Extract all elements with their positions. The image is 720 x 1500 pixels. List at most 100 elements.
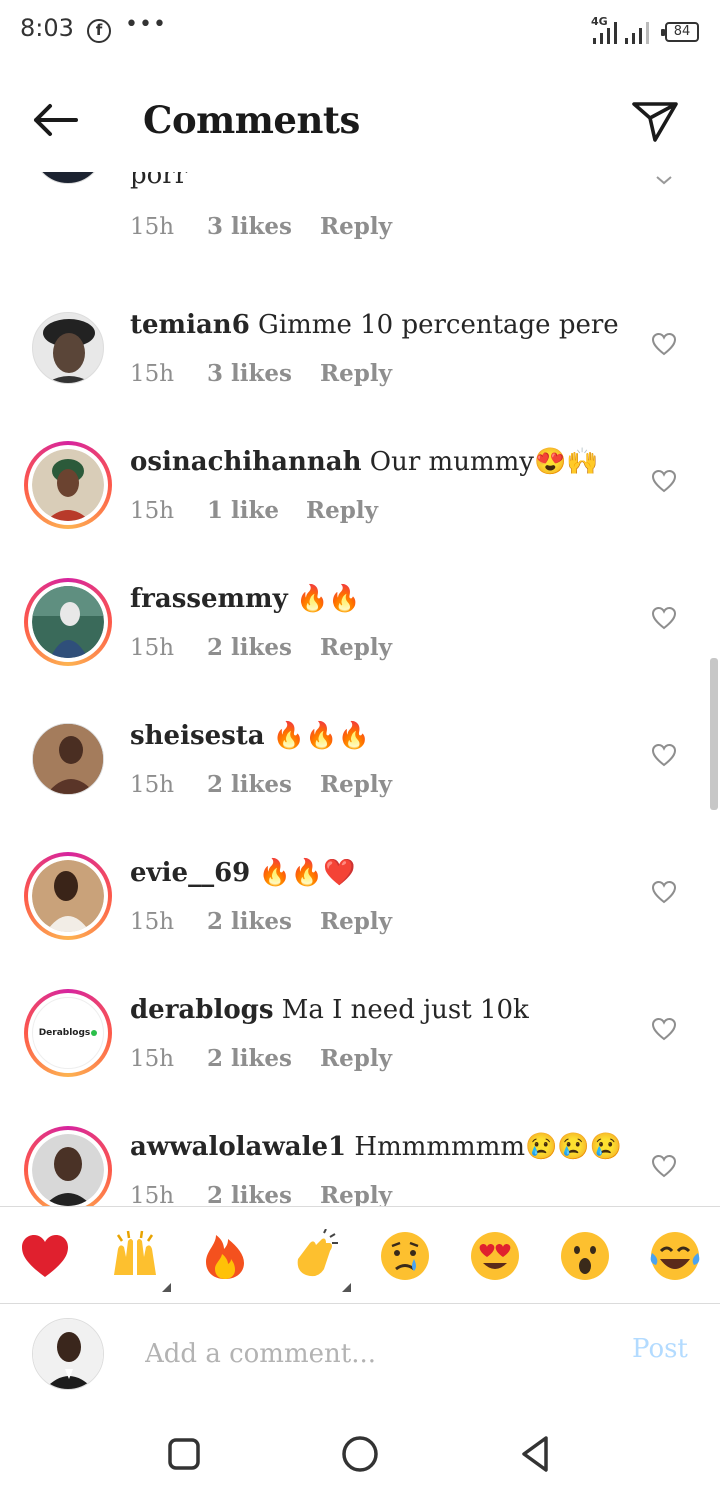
battery-level: 84: [673, 24, 691, 39]
heart-eyes-emoji-icon[interactable]: [468, 1229, 522, 1283]
comment-time: 15h: [130, 214, 175, 240]
comment-username[interactable]: derablogs: [130, 995, 273, 1025]
comment-likes[interactable]: 2 likes: [207, 1045, 320, 1072]
avatar-story-ring[interactable]: [24, 441, 112, 529]
comment-text: 🔥🔥❤️: [258, 858, 356, 888]
reply-button[interactable]: Reply: [320, 213, 392, 240]
avatar-image: [33, 172, 104, 184]
reply-button[interactable]: Reply: [306, 497, 378, 524]
post-button[interactable]: Post: [632, 1334, 688, 1364]
comment-likes[interactable]: 3 likes: [207, 213, 320, 240]
facebook-icon: f: [87, 19, 111, 43]
comment-item: porr 15h 3 likes Reply: [0, 172, 720, 240]
comment-text-line: osinachihannah Our mummy😍🙌: [130, 447, 599, 477]
reply-button[interactable]: Reply: [320, 1045, 392, 1072]
like-heart-icon[interactable]: [651, 469, 677, 493]
tears-of-joy-emoji-icon[interactable]: [648, 1229, 702, 1283]
reply-button[interactable]: Reply: [320, 634, 392, 661]
like-heart-icon[interactable]: [651, 1017, 677, 1041]
heart-emoji-icon[interactable]: [18, 1229, 72, 1283]
avatar[interactable]: [32, 172, 104, 184]
reply-button[interactable]: Reply: [320, 1182, 392, 1206]
comment-time: 15h: [130, 635, 175, 661]
comment-time: 15h: [130, 1183, 175, 1206]
avatar-image: [33, 724, 103, 794]
quick-reaction-bar: [0, 1206, 720, 1304]
comment-time: 15h: [130, 1046, 175, 1072]
avatar[interactable]: [32, 312, 104, 384]
like-heart-icon[interactable]: [651, 880, 677, 904]
surprised-face-emoji-icon[interactable]: [558, 1229, 612, 1283]
more-options-indicator: [342, 1283, 351, 1292]
comment-username[interactable]: sheisesta: [130, 721, 265, 751]
comment-username[interactable]: osinachihannah: [130, 447, 362, 477]
header: Comments: [0, 64, 720, 172]
comment-text-line: frassemmy 🔥🔥: [130, 584, 361, 614]
raising-hands-emoji-icon[interactable]: [108, 1229, 162, 1283]
like-heart-icon[interactable]: [651, 743, 677, 767]
logo-dot: [91, 1030, 98, 1036]
comment-meta: 15h 2 likes Reply: [130, 908, 392, 935]
clapping-hands-emoji-icon[interactable]: [288, 1229, 342, 1283]
comment-likes[interactable]: 1 like: [207, 497, 306, 524]
back-arrow-icon[interactable]: [28, 100, 82, 140]
comment-input[interactable]: [145, 1334, 585, 1374]
comment-likes[interactable]: 2 likes: [207, 634, 320, 661]
comment-time: 15h: [130, 498, 175, 524]
direct-message-icon[interactable]: [628, 98, 682, 144]
fire-emoji-icon[interactable]: [198, 1229, 252, 1283]
crying-face-emoji-icon[interactable]: [378, 1229, 432, 1283]
reply-button[interactable]: Reply: [320, 908, 392, 935]
avatar-logo-text: Derablogs: [38, 1028, 91, 1038]
avatar: [32, 586, 104, 658]
comment-text-line: awwalolawale1 Hmmmmmm😢😢😢: [130, 1132, 622, 1162]
reply-button[interactable]: Reply: [320, 771, 392, 798]
scrollbar[interactable]: [710, 658, 718, 810]
more-notifications-icon: •••: [125, 12, 167, 37]
chevron-down-icon[interactable]: [655, 175, 673, 185]
reply-button[interactable]: Reply: [320, 360, 392, 387]
home-icon[interactable]: [340, 1434, 380, 1474]
like-heart-icon[interactable]: [651, 1154, 677, 1178]
comment-list[interactable]: porr 15h 3 likes Reply temian6 Gimme 10 pe…: [0, 172, 720, 1206]
comment-meta: 15h 2 likes Reply: [130, 771, 392, 798]
avatar: Derablogs: [32, 997, 104, 1069]
comment-text: 🔥🔥: [295, 584, 361, 614]
like-heart-icon[interactable]: [651, 332, 677, 356]
avatar: [32, 860, 104, 932]
comment-likes[interactable]: 2 likes: [207, 1182, 320, 1206]
comment-text: Hmmmmmm😢😢😢: [354, 1132, 623, 1162]
more-options-indicator: [162, 1283, 171, 1292]
avatar-image: [43, 319, 95, 383]
comment-username[interactable]: temian6: [130, 310, 250, 340]
avatar: [32, 1134, 104, 1206]
page-title: Comments: [143, 98, 360, 142]
recent-apps-icon[interactable]: [164, 1434, 204, 1474]
comment-username[interactable]: awwalolawale1: [130, 1132, 346, 1162]
comment-username[interactable]: frassemmy: [130, 584, 288, 614]
like-heart-icon[interactable]: [651, 606, 677, 630]
avatar: [32, 449, 104, 521]
comment-username[interactable]: evie__69: [130, 858, 250, 888]
comment-text: porr: [130, 172, 188, 190]
signal-icon: [593, 22, 617, 44]
comment-likes[interactable]: 3 likes: [207, 360, 320, 387]
comment-text-line: evie__69 🔥🔥❤️: [130, 858, 356, 888]
avatar-story-ring[interactable]: Derablogs: [24, 989, 112, 1077]
comment-likes[interactable]: 2 likes: [207, 771, 320, 798]
comment-item: osinachihannah Our mummy😍🙌 15h 1 like Repl…: [0, 439, 720, 576]
avatar[interactable]: [32, 723, 104, 795]
comment-meta: 15h 3 likes Reply: [130, 213, 392, 240]
comment-likes[interactable]: 2 likes: [207, 908, 320, 935]
comment-item: sheisesta 🔥🔥🔥 15h 2 likes Reply: [0, 713, 720, 850]
avatar-story-ring[interactable]: [24, 578, 112, 666]
back-nav-icon[interactable]: [516, 1434, 556, 1474]
comment-meta: 15h 1 like Reply: [130, 497, 378, 524]
avatar-story-ring[interactable]: [24, 1126, 112, 1206]
avatar-story-ring[interactable]: [24, 852, 112, 940]
status-time: 8:03: [20, 14, 74, 42]
comment-item: evie__69 🔥🔥❤️ 15h 2 likes Reply: [0, 850, 720, 987]
battery-icon: 84: [661, 22, 699, 42]
signal-icon-2: [625, 22, 649, 44]
system-nav-bar: [0, 1404, 720, 1500]
